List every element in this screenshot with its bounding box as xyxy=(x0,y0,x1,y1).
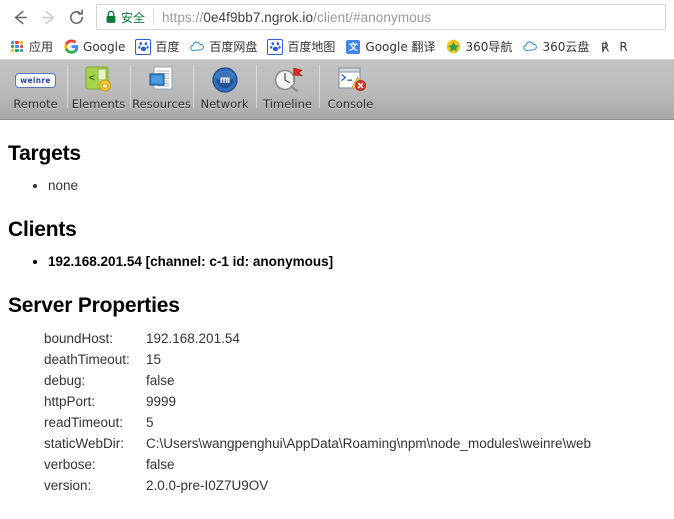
prop-key: staticWebDir: xyxy=(44,436,125,451)
bookmark-label: 百度 xyxy=(155,40,180,54)
reload-button[interactable] xyxy=(62,3,90,31)
prop-key: httpPort: xyxy=(44,394,96,409)
tab-label: Timeline xyxy=(263,97,312,111)
table-row: httpPort: 9999 xyxy=(44,391,591,412)
360-cloud-icon xyxy=(522,39,538,55)
baidu-paw-icon xyxy=(135,38,152,55)
server-properties-table: boundHost: 192.168.201.54 deathTimeout: … xyxy=(44,328,591,496)
bookmark-r[interactable]: ℟ R xyxy=(594,36,632,58)
svg-text:<: < xyxy=(88,71,95,84)
r-icon: ℟ xyxy=(599,39,615,55)
prop-value: false xyxy=(146,373,175,388)
targets-list: none xyxy=(8,176,666,196)
prop-key: readTimeout: xyxy=(44,415,124,430)
reload-icon xyxy=(67,8,86,27)
targets-heading: Targets xyxy=(8,142,81,165)
tab-resources[interactable]: Resources xyxy=(130,60,193,118)
omnibox-divider xyxy=(153,9,155,25)
clients-list: 192.168.201.54 [channel: c-1 id: anonymo… xyxy=(8,252,666,272)
lock-icon xyxy=(105,10,117,24)
clients-heading: Clients xyxy=(8,218,77,241)
prop-key: debug: xyxy=(44,373,86,388)
prop-key: verbose: xyxy=(44,457,96,472)
resources-icon xyxy=(146,64,178,96)
url-path: /client/#anonymous xyxy=(313,9,432,25)
prop-key: version: xyxy=(44,478,92,493)
table-row: readTimeout: 5 xyxy=(44,412,591,433)
svg-text:℟: ℟ xyxy=(601,40,609,54)
prop-value: 2.0.0-pre-I0Z7U9OV xyxy=(146,478,269,493)
bookmark-baidu-map[interactable]: 百度地图 xyxy=(262,36,340,58)
tab-label: Resources xyxy=(132,97,191,111)
server-properties-heading: Server Properties xyxy=(8,294,180,317)
network-globe-icon xyxy=(209,64,241,96)
tab-label: Elements xyxy=(71,97,126,111)
url-scheme: https:// xyxy=(162,9,204,25)
bookmark-label: 百度地图 xyxy=(287,40,336,54)
prop-value: C:\Users\wangpenghui\AppData\Roaming\npm… xyxy=(146,436,592,451)
bookmark-google-translate[interactable]: 文 Google 翻译 xyxy=(340,36,440,58)
table-row: debug: false xyxy=(44,370,591,391)
prop-key: boundHost: xyxy=(44,331,114,346)
forward-button[interactable] xyxy=(34,3,62,31)
table-row: deathTimeout: 15 xyxy=(44,349,591,370)
address-bar[interactable]: 安全 https://0e4f9bb7.ngrok.io/client/#ano… xyxy=(96,4,666,30)
weinre-page-content: Targets none Clients 192.168.201.54 [cha… xyxy=(0,142,674,496)
table-row: boundHost: 192.168.201.54 xyxy=(44,328,591,349)
bookmark-google[interactable]: Google xyxy=(58,36,130,58)
table-row: staticWebDir: C:\Users\wangpenghui\AppDa… xyxy=(44,433,591,454)
tab-label: Console xyxy=(327,97,374,111)
security-label: 安全 xyxy=(121,10,146,25)
table-row: verbose: false xyxy=(44,454,591,475)
bookmark-baidu-pan[interactable]: 百度网盘 xyxy=(184,36,262,58)
tab-elements[interactable]: < Elements xyxy=(67,60,130,118)
bookmarks-bar: 应用 Google 百度 百度网盘 百度地图 文 Google 翻译 360导航… xyxy=(0,34,674,60)
weinre-toolbar: weinre Remote < Elements Resources Netwo… xyxy=(0,60,674,120)
google-g-icon xyxy=(63,39,79,55)
tab-console[interactable]: Console xyxy=(319,60,382,118)
bookmark-label: Google xyxy=(83,39,126,54)
baidu-map-icon xyxy=(267,38,284,55)
tab-label: Remote xyxy=(13,97,58,111)
bookmark-label: 应用 xyxy=(29,40,54,54)
console-window-icon xyxy=(335,64,367,96)
bookmark-360-cloud[interactable]: 360云盘 xyxy=(517,36,594,58)
bookmark-baidu[interactable]: 百度 xyxy=(130,36,184,58)
bookmark-label: Google 翻译 xyxy=(365,40,436,54)
google-translate-icon: 文 xyxy=(345,39,361,55)
prop-key: deathTimeout: xyxy=(44,352,130,367)
baidu-pan-icon xyxy=(189,39,205,55)
arrow-left-icon xyxy=(11,8,30,27)
browser-chrome: 安全 https://0e4f9bb7.ngrok.io/client/#ano… xyxy=(0,0,674,60)
bookmark-label: 360云盘 xyxy=(542,40,590,54)
url-text[interactable]: https://0e4f9bb7.ngrok.io/client/#anonym… xyxy=(162,10,431,25)
tab-label: Network xyxy=(200,97,249,111)
tab-timeline[interactable]: Timeline xyxy=(256,60,319,118)
list-item: 192.168.201.54 [channel: c-1 id: anonymo… xyxy=(48,252,666,272)
weinre-logo-icon: weinre xyxy=(15,64,56,96)
360-nav-icon xyxy=(446,39,462,55)
tab-network[interactable]: Network xyxy=(193,60,256,118)
list-item: none xyxy=(48,176,666,196)
browser-nav-bar: 安全 https://0e4f9bb7.ngrok.io/client/#ano… xyxy=(0,0,674,34)
elements-icon: < xyxy=(83,64,115,96)
bookmark-apps[interactable]: 应用 xyxy=(4,36,58,58)
arrow-right-icon xyxy=(39,8,58,27)
prop-value: 15 xyxy=(146,352,162,367)
bookmark-label: R xyxy=(619,39,628,54)
bookmark-label: 360导航 xyxy=(465,40,513,54)
prop-value: 9999 xyxy=(146,394,177,409)
prop-value: false xyxy=(146,457,175,472)
bookmark-360-nav[interactable]: 360导航 xyxy=(441,36,518,58)
tab-remote[interactable]: weinre Remote xyxy=(4,60,67,118)
table-row: version: 2.0.0-pre-I0Z7U9OV xyxy=(44,475,591,496)
bookmark-label: 百度网盘 xyxy=(209,40,258,54)
apps-grid-icon xyxy=(9,39,25,55)
back-button[interactable] xyxy=(6,3,34,31)
prop-value: 192.168.201.54 xyxy=(146,331,240,346)
timeline-clock-flag-icon xyxy=(272,64,304,96)
prop-value: 5 xyxy=(146,415,154,430)
url-host: 0e4f9bb7.ngrok.io xyxy=(203,9,314,25)
